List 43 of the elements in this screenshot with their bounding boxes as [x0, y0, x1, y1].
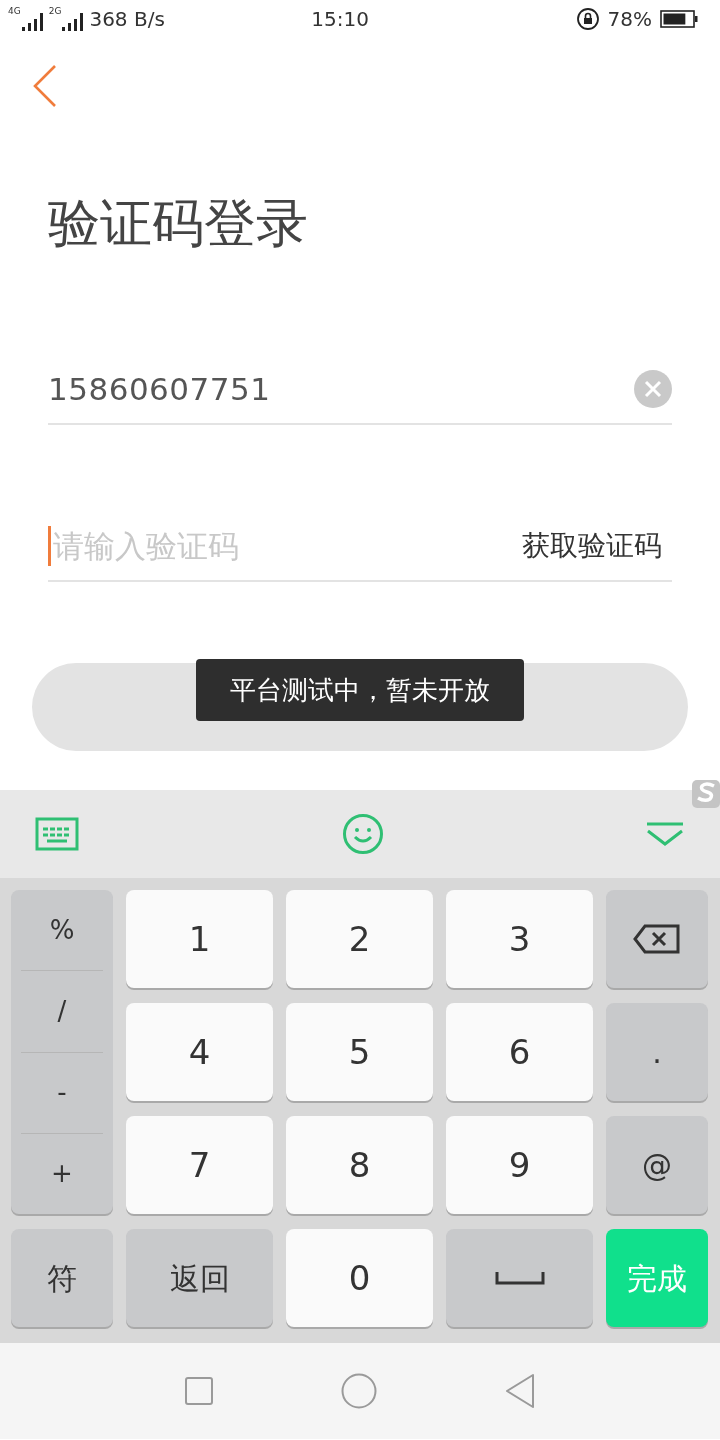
keyboard-key[interactable]: 0 [286, 1229, 433, 1327]
back-nav-icon[interactable] [504, 1373, 537, 1409]
keyboard-icon[interactable] [35, 817, 79, 851]
signal-icon [21, 13, 43, 31]
keyboard-key[interactable]: 7 [126, 1116, 273, 1214]
keyboard-key[interactable]: 6 [446, 1003, 593, 1101]
signal-icon [62, 13, 84, 31]
battery-percent: 78% [607, 6, 652, 33]
symbol-key[interactable]: / [21, 971, 103, 1053]
network-speed: 368 B/s [89, 6, 165, 33]
network-type-label: 4G [8, 7, 21, 16]
home-icon[interactable] [341, 1373, 377, 1409]
rotation-lock-icon [575, 7, 600, 31]
ime-logo-icon [692, 780, 720, 808]
clock: 15:10 [311, 6, 369, 33]
backspace-icon [633, 924, 681, 954]
symbol-key[interactable]: + [21, 1133, 103, 1214]
recent-apps-icon[interactable] [183, 1376, 214, 1406]
page-title: 验证码登录 [48, 197, 309, 249]
keyboard-key[interactable]: 2 [286, 890, 433, 988]
keyboard-key[interactable]: @ [606, 1116, 708, 1214]
keyboard-key[interactable]: 9 [446, 1116, 593, 1214]
phone-number-field[interactable]: 15860607751 [48, 365, 634, 413]
symbol-key[interactable]: % [21, 890, 103, 972]
network-type-label: 2G [48, 7, 62, 16]
keyboard-key[interactable]: 8 [286, 1116, 433, 1214]
space-icon [494, 1271, 545, 1285]
backspace-key[interactable] [606, 890, 708, 988]
collapse-icon[interactable] [646, 821, 684, 847]
keyboard-key[interactable]: 5 [286, 1003, 433, 1101]
toast-message: 平台测试中，暂未开放 [196, 659, 524, 721]
keyboard-key[interactable]: 返回 [126, 1229, 273, 1327]
keyboard-key[interactable]: 符 [11, 1229, 113, 1327]
keyboard-key[interactable]: 3 [446, 890, 593, 988]
symbol-key[interactable]: - [21, 1052, 103, 1134]
keyboard-key[interactable]: . [606, 1003, 708, 1101]
back-icon[interactable] [32, 64, 58, 108]
battery-icon [660, 10, 698, 28]
keyboard-key[interactable]: 4 [126, 1003, 273, 1101]
clear-icon[interactable] [634, 370, 672, 408]
keyboard-key[interactable]: 1 [126, 890, 273, 988]
emoji-icon[interactable] [341, 813, 384, 855]
get-code-button[interactable]: 获取验证码 [522, 525, 672, 567]
